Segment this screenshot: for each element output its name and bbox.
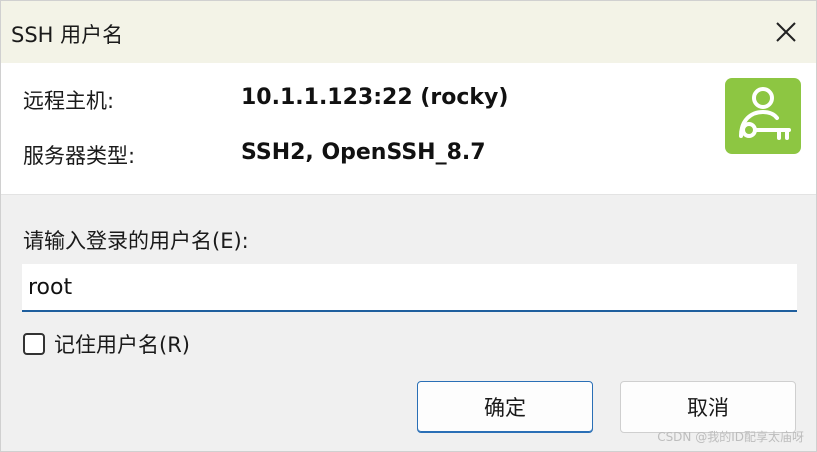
user-key-icon xyxy=(725,78,801,154)
server-type-label: 服务器类型: xyxy=(23,144,136,168)
username-prompt-label: 请输入登录的用户名(E): xyxy=(23,229,249,253)
title-bar[interactable]: SSH 用户名 xyxy=(1,1,816,63)
login-form: 请输入登录的用户名(E): 记住用户名(R) 确定 取消 CSDN @我的ID配… xyxy=(1,195,816,451)
username-input[interactable] xyxy=(22,264,797,312)
connection-info: 远程主机: 10.1.1.123:22 (rocky) 服务器类型: SSH2,… xyxy=(1,63,816,195)
checkbox-box[interactable] xyxy=(23,333,45,355)
ssh-username-dialog: SSH 用户名 远程主机: 10.1.1.123:22 (rocky) 服务器类… xyxy=(0,0,817,452)
window-title: SSH 用户名 xyxy=(11,23,124,47)
remember-username-checkbox[interactable]: 记住用户名(R) xyxy=(23,329,190,359)
close-button[interactable] xyxy=(756,1,816,63)
server-type-value: SSH2, OpenSSH_8.7 xyxy=(241,140,486,165)
ok-button[interactable]: 确定 xyxy=(417,381,593,433)
close-icon xyxy=(776,22,796,42)
remember-username-label: 记住用户名(R) xyxy=(54,333,190,357)
cancel-button[interactable]: 取消 xyxy=(620,381,796,433)
watermark: CSDN @我的ID配享太庙呀 xyxy=(657,430,804,444)
host-label: 远程主机: xyxy=(23,89,115,113)
host-value: 10.1.1.123:22 (rocky) xyxy=(241,85,509,110)
